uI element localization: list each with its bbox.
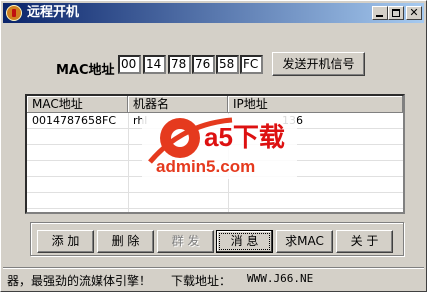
send-wake-button[interactable]: 发送开机信号 xyxy=(272,52,365,76)
mac-field-4[interactable]: 76 xyxy=(192,55,215,74)
status-message: 器，最强劲的流媒体引擎！ xyxy=(7,274,152,288)
broadcast-button[interactable]: 群 发 xyxy=(157,230,214,253)
mac-label: MAC地址 xyxy=(56,63,115,78)
mac-field-2[interactable]: 14 xyxy=(143,55,166,74)
about-button[interactable]: 关 于 xyxy=(336,230,393,253)
app-icon xyxy=(6,5,22,21)
minimize-icon xyxy=(376,15,383,17)
mac-field-3[interactable]: 78 xyxy=(168,55,191,74)
window-title: 远程开机 xyxy=(27,5,80,20)
title-bar[interactable]: 远程开机 ✕ xyxy=(3,3,424,23)
minimize-button[interactable] xyxy=(372,6,388,20)
add-button[interactable]: 添 加 xyxy=(37,230,94,253)
get-mac-button[interactable]: 求MAC xyxy=(276,230,333,253)
maximize-icon xyxy=(392,9,400,17)
mac-field-5[interactable]: 58 xyxy=(216,55,239,74)
column-header-ip[interactable]: IP地址 xyxy=(228,96,403,113)
close-button[interactable]: ✕ xyxy=(406,6,422,20)
main-window: 远程开机 ✕ MAC地址 00 14 78 76 58 FC 发送开机信号 MA… xyxy=(0,0,427,292)
message-button[interactable]: 消 息 xyxy=(216,230,273,253)
status-bar: 器，最强劲的流媒体引擎！ 下载地址： WWW.J66.NE xyxy=(3,267,424,289)
maximize-button[interactable] xyxy=(388,6,404,20)
column-header-mac[interactable]: MAC地址 xyxy=(27,96,128,113)
watermark-brand: a5下载 xyxy=(204,122,285,152)
list-header: MAC地址 机器名 IP地址 xyxy=(27,96,403,113)
watermark-site: admin5.com xyxy=(156,157,255,176)
download-label: 下载地址： xyxy=(171,274,232,288)
empty-row xyxy=(27,177,403,193)
close-icon: ✕ xyxy=(409,6,419,19)
delete-button[interactable]: 删 除 xyxy=(97,230,154,253)
column-header-name[interactable]: 机器名 xyxy=(128,96,228,113)
watermark-logo: a5下载 admin5.com xyxy=(142,114,297,179)
mac-field-6[interactable]: FC xyxy=(240,55,263,74)
empty-row xyxy=(27,193,403,209)
cell-mac: 0014787658FC xyxy=(32,114,116,127)
mac-field-1[interactable]: 00 xyxy=(118,55,141,74)
download-url: WWW.J66.NE xyxy=(247,272,314,285)
